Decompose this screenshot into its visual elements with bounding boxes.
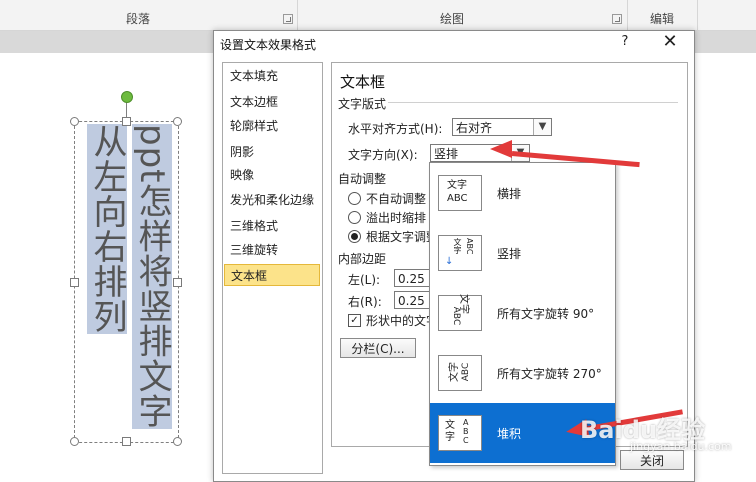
nav-item-outline-style[interactable]: 轮廓样式 <box>224 115 320 137</box>
close-icon[interactable]: ✕ <box>659 31 681 52</box>
right-margin-value: 0.25 <box>398 294 425 308</box>
autofit-radio-none[interactable] <box>348 192 361 205</box>
right-margin-label: 右(R): <box>348 295 382 309</box>
dropdown-option-label: 所有文字旋转 90° <box>497 307 595 321</box>
vertical-text-icon: ABC 文字 ↓ <box>438 235 482 271</box>
autofit-option-label: 不自动调整 <box>366 192 427 206</box>
resize-handle-icon[interactable] <box>173 117 182 126</box>
annotation-arrow-icon <box>490 140 512 158</box>
columns-button[interactable]: 分栏(C)... <box>340 338 416 358</box>
dropdown-option-label: 堆积 <box>497 427 522 441</box>
dropdown-option-rotate-270[interactable]: 文字 ABC 所有文字旋转 270° <box>430 343 615 403</box>
direction-label: 文字方向(X): <box>348 148 418 162</box>
wrap-text-checkbox[interactable]: ✓ <box>348 314 361 327</box>
halign-select[interactable]: 右对齐 ▼ <box>452 118 552 136</box>
nav-item-glow-soft-edges[interactable]: 发光和柔化边缘 <box>224 189 320 211</box>
dropdown-option-label: 横排 <box>497 187 522 201</box>
section-title: 文本框 <box>340 73 386 91</box>
resize-handle-icon[interactable] <box>70 278 79 287</box>
direction-value: 竖排 <box>434 147 459 161</box>
left-margin-label: 左(L): <box>348 273 381 287</box>
category-list: 文本填充 文本边框 轮廓样式 阴影 映像 发光和柔化边缘 三维格式 三维旋转 文… <box>222 62 323 474</box>
slide-textbox[interactable]: ppt怎样将竖排文字 从左向右排列 <box>74 121 179 443</box>
left-margin-input[interactable]: 0.25 <box>394 269 434 287</box>
textbox-column-right: ppt怎样将竖排文字 <box>132 124 172 429</box>
ribbon-group-paragraph: 段落 <box>126 12 151 26</box>
chevron-down-icon[interactable]: ▼ <box>533 119 551 135</box>
ribbon-separator <box>697 0 698 30</box>
ribbon-separator <box>297 0 298 30</box>
nav-item-3d-rotation[interactable]: 三维旋转 <box>224 239 320 261</box>
nav-item-reflection[interactable]: 映像 <box>224 164 320 186</box>
resize-handle-icon[interactable] <box>70 437 79 446</box>
nav-item-shadow[interactable]: 阴影 <box>224 141 320 163</box>
ribbon-group-drawing: 绘图 <box>440 12 465 26</box>
resize-handle-icon[interactable] <box>173 278 182 287</box>
rotate-handle-icon[interactable] <box>121 91 133 103</box>
halign-label: 水平对齐方式(H): <box>348 122 443 136</box>
close-button[interactable]: 关闭 <box>620 450 684 470</box>
nav-item-text-box[interactable]: 文本框 <box>224 264 320 286</box>
dropdown-option-rotate-90[interactable]: 文字 ABC 所有文字旋转 90° <box>430 283 615 343</box>
layout-heading: 文字版式 <box>338 97 387 111</box>
ribbon: 段落 绘图 编辑 <box>0 0 756 31</box>
rotate-270-text-icon: 文字 ABC <box>438 355 482 391</box>
dropdown-option-label: 所有文字旋转 270° <box>497 367 602 381</box>
help-button[interactable]: ? <box>617 34 633 49</box>
drawing-dialog-launcher-icon[interactable] <box>612 14 622 24</box>
resize-handle-icon[interactable] <box>70 117 79 126</box>
dropdown-option-vertical[interactable]: ABC 文字 ↓ 竖排 <box>430 223 615 283</box>
left-margin-value: 0.25 <box>398 272 425 286</box>
stacked-text-icon: 文字 ABC <box>438 415 482 451</box>
dropdown-option-label: 竖排 <box>497 247 522 261</box>
divider <box>388 102 678 103</box>
dropdown-option-horizontal[interactable]: 文字 ABC 横排 <box>430 163 615 223</box>
autofit-radio-shrink[interactable] <box>348 211 361 224</box>
margin-heading: 内部边距 <box>338 252 387 266</box>
nav-item-text-fill[interactable]: 文本填充 <box>224 65 320 87</box>
ribbon-separator <box>627 0 628 30</box>
textbox-column-left: 从左向右排列 <box>87 124 127 334</box>
resize-handle-icon[interactable] <box>122 437 131 446</box>
autofit-radio-resize[interactable] <box>348 230 361 243</box>
ribbon-group-editing: 编辑 <box>650 12 675 26</box>
right-margin-input[interactable]: 0.25 <box>394 291 434 309</box>
autofit-heading: 自动调整 <box>338 172 387 186</box>
autofit-option-label: 根据文字调整 <box>366 230 439 244</box>
watermark-url: jingyan.baidu.com <box>630 440 732 453</box>
horizontal-text-icon: 文字 ABC <box>438 175 482 211</box>
resize-handle-icon[interactable] <box>173 437 182 446</box>
wrap-text-label: 形状中的文字 <box>366 314 439 328</box>
dialog-title: 设置文本效果格式 <box>220 38 317 52</box>
nav-item-3d-format[interactable]: 三维格式 <box>224 215 320 237</box>
resize-handle-icon[interactable] <box>122 117 131 126</box>
rotate-90-text-icon: 文字 ABC <box>438 294 482 331</box>
paragraph-dialog-launcher-icon[interactable] <box>283 14 293 24</box>
nav-item-text-outline[interactable]: 文本边框 <box>224 91 320 113</box>
halign-value: 右对齐 <box>456 121 493 135</box>
autofit-option-label: 溢出时缩排 <box>366 211 427 225</box>
